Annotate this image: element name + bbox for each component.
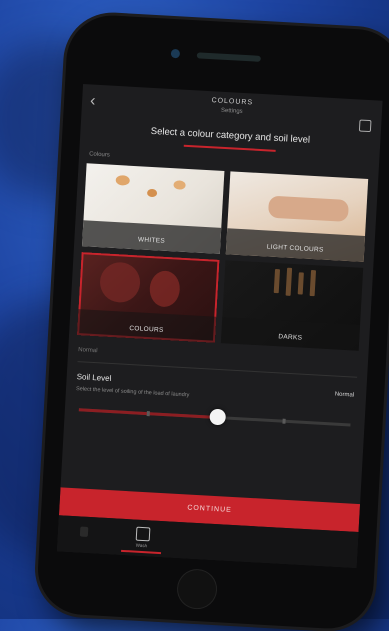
soil-level-value: Normal (334, 391, 355, 399)
earpiece-speaker (196, 52, 261, 62)
phone-icon[interactable] (79, 526, 89, 537)
darks-photo-detail (273, 268, 281, 294)
category-tile-colours[interactable]: COLOURS (77, 252, 220, 343)
category-tile-darks[interactable]: DARKS (220, 260, 364, 351)
colours-photo-detail (148, 270, 181, 308)
darks-photo-detail (309, 270, 317, 297)
info-icon[interactable] (358, 119, 372, 133)
whites-photo-detail (115, 174, 131, 186)
darks-photo-detail (297, 272, 304, 295)
category-grid: WHITES LIGHT COLOURS COLOURS DARKS (77, 163, 370, 355)
phone-device: ‹ COLOURS Settings Select a colour categ… (35, 13, 389, 631)
slider-tick (282, 418, 286, 424)
soil-level-slider[interactable] (78, 408, 351, 427)
light-colours-photo-detail (267, 195, 350, 222)
front-camera (170, 48, 181, 59)
tab-label-wash[interactable]: Wash (123, 542, 159, 549)
slider-thumb[interactable] (208, 408, 226, 426)
category-tile-whites[interactable]: WHITES (82, 163, 225, 254)
colours-photo-detail (98, 261, 142, 304)
whites-photo-detail (146, 188, 158, 198)
slider-tick (146, 411, 150, 417)
category-tile-light-colours[interactable]: LIGHT COLOURS (225, 171, 369, 262)
laundry-icon[interactable] (135, 526, 151, 542)
active-tab-indicator (121, 549, 162, 555)
whites-photo-detail (173, 180, 186, 190)
app-screen: ‹ COLOURS Settings Select a colour categ… (56, 83, 383, 569)
heading-underline (183, 144, 276, 152)
soil-level-section: Normal Soil Level Select the level of so… (65, 347, 368, 428)
darks-photo-detail (285, 267, 293, 296)
home-button[interactable] (175, 568, 219, 611)
